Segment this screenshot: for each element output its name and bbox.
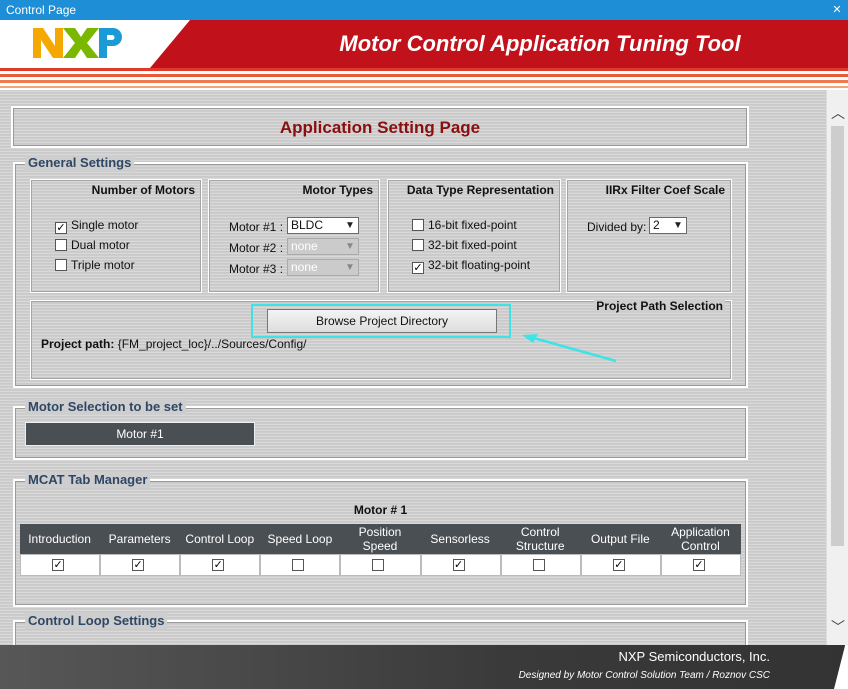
motor3-type-label: Motor #3 :: [229, 262, 284, 276]
motor-1-button[interactable]: Motor #1: [25, 422, 255, 446]
motor-types-title: Motor Types: [302, 183, 373, 197]
tab-manager-checkbox-row: ✓ ✓ ✓ ✓ ✓ ✓: [20, 554, 741, 576]
project-path-row: Project path: {FM_project_loc}/../Source…: [41, 337, 306, 351]
cell-application-control: ✓: [660, 554, 741, 576]
fixed16-option[interactable]: 16-bit fixed-point: [412, 218, 517, 232]
control-structure-checkbox[interactable]: [532, 559, 545, 571]
motor1-type-select[interactable]: BLDC ▼: [287, 217, 359, 234]
fixed32-checkbox[interactable]: [412, 239, 424, 251]
nxp-logo: [33, 28, 122, 58]
parameters-checkbox[interactable]: ✓: [132, 559, 145, 571]
cell-output-file: ✓: [580, 554, 661, 576]
general-settings-legend: General Settings: [25, 155, 135, 171]
col-position-speed: Position Speed: [340, 524, 421, 554]
window-title: Control Page: [6, 3, 77, 17]
introduction-checkbox[interactable]: ✓: [52, 559, 65, 571]
col-control-loop: Control Loop: [180, 524, 261, 554]
float32-option[interactable]: ✓ 32-bit floating-point: [412, 258, 530, 274]
fixed32-option[interactable]: 32-bit fixed-point: [412, 238, 517, 252]
col-parameters: Parameters: [100, 524, 181, 554]
cell-speed-loop: [260, 554, 341, 576]
browse-project-directory-button[interactable]: Browse Project Directory: [267, 309, 497, 333]
single-motor-checkbox[interactable]: ✓: [55, 222, 67, 234]
project-path-label: Project path:: [41, 337, 115, 351]
speed-loop-checkbox[interactable]: [292, 559, 305, 571]
app-title: Motor Control Application Tuning Tool: [339, 31, 741, 56]
cell-parameters: ✓: [100, 554, 181, 576]
motor1-type-label: Motor #1 :: [229, 220, 284, 234]
scroll-down-icon[interactable]: ﹀: [827, 616, 848, 638]
number-of-motors-panel: Number of Motors ✓ Single motor Dual moto…: [30, 179, 202, 293]
number-of-motors-title: Number of Motors: [91, 183, 195, 197]
motor3-type-select[interactable]: none ▼: [287, 259, 359, 276]
motor-types-panel: Motor Types Motor #1 : BLDC ▼ Motor #2 : …: [208, 179, 380, 293]
tab-manager-motor-title: Motor # 1: [353, 503, 408, 517]
triple-motor-option[interactable]: Triple motor: [55, 258, 135, 272]
motor2-type-label: Motor #2 :: [229, 241, 284, 255]
tab-manager-legend: MCAT Tab Manager: [25, 472, 151, 488]
dual-motor-option[interactable]: Dual motor: [55, 238, 130, 252]
motor-selection-legend: Motor Selection to be set: [25, 399, 186, 415]
col-control-structure: Control Structure: [501, 524, 581, 554]
chevron-down-icon: ▼: [345, 220, 355, 231]
col-output-file: Output File: [581, 524, 661, 554]
scrollbar-thumb[interactable]: [831, 126, 844, 546]
filter-coef-panel: IIRx Filter Coef Scale Divided by: 2 ▼: [566, 179, 732, 293]
col-speed-loop: Speed Loop: [260, 524, 341, 554]
motor-selection-group: Motor Selection to be set Motor #1: [13, 399, 748, 460]
col-introduction: Introduction: [20, 524, 101, 554]
cell-introduction: ✓: [20, 554, 101, 576]
data-type-title: Data Type Representation: [406, 183, 554, 197]
data-type-panel: Data Type Representation 16-bit fixed-po…: [387, 179, 561, 293]
float32-checkbox[interactable]: ✓: [412, 262, 424, 274]
window-title-bar: Control Page ✕: [0, 0, 848, 20]
position-speed-checkbox[interactable]: [372, 559, 385, 571]
cell-control-loop: ✓: [180, 554, 261, 576]
col-sensorless: Sensorless: [421, 524, 501, 554]
tab-manager-header-row: Introduction Parameters Control Loop Spe…: [20, 524, 741, 554]
annotation-arrow-icon: [522, 334, 617, 363]
cell-control-structure: [500, 554, 581, 576]
fixed16-checkbox[interactable]: [412, 219, 424, 231]
output-file-checkbox[interactable]: ✓: [612, 559, 625, 571]
tab-manager-grid: Introduction Parameters Control Loop Spe…: [20, 524, 741, 576]
sensorless-checkbox[interactable]: ✓: [452, 559, 465, 571]
footer: NXP Semiconductors, Inc. Designed by Mot…: [0, 645, 848, 689]
page-header: Application Setting Page: [11, 106, 749, 148]
control-loop-settings-legend: Control Loop Settings: [25, 613, 168, 629]
general-settings-group: General Settings Number of Motors ✓ Singl…: [13, 155, 748, 388]
single-motor-option[interactable]: ✓ Single motor: [55, 218, 138, 234]
project-path-value: {FM_project_loc}/../Sources/Config/: [117, 337, 307, 351]
cell-position-speed: [340, 554, 421, 576]
control-loop-settings-group: Control Loop Settings: [13, 613, 748, 645]
banner-stripes: [0, 68, 848, 90]
cell-sensorless: ✓: [420, 554, 501, 576]
footer-company: NXP Semiconductors, Inc.: [618, 649, 771, 664]
dual-motor-checkbox[interactable]: [55, 239, 67, 251]
vertical-scrollbar[interactable]: ︿ ﹀: [826, 90, 848, 645]
triple-motor-checkbox[interactable]: [55, 259, 67, 271]
footer-designed-by: Designed by Motor Control Solution Team …: [518, 670, 770, 681]
motor2-type-select[interactable]: none ▼: [287, 238, 359, 255]
divided-by-label: Divided by:: [587, 220, 647, 234]
control-loop-checkbox[interactable]: ✓: [212, 559, 225, 571]
chevron-down-icon: ▼: [673, 220, 683, 231]
application-control-checkbox[interactable]: ✓: [692, 559, 705, 571]
divided-by-select[interactable]: 2 ▼: [649, 217, 687, 234]
content-area: Application Setting Page General Setting…: [0, 90, 826, 645]
project-path-title: Project Path Selection: [594, 299, 725, 313]
chevron-down-icon: ▼: [345, 262, 355, 273]
scroll-up-icon[interactable]: ︿: [827, 102, 848, 124]
chevron-down-icon: ▼: [345, 241, 355, 252]
col-application-control: Application Control: [661, 524, 741, 554]
app-banner: Motor Control Application Tuning Tool: [0, 20, 848, 68]
filter-coef-title: IIRx Filter Coef Scale: [605, 183, 725, 197]
close-icon[interactable]: ✕: [830, 0, 844, 20]
